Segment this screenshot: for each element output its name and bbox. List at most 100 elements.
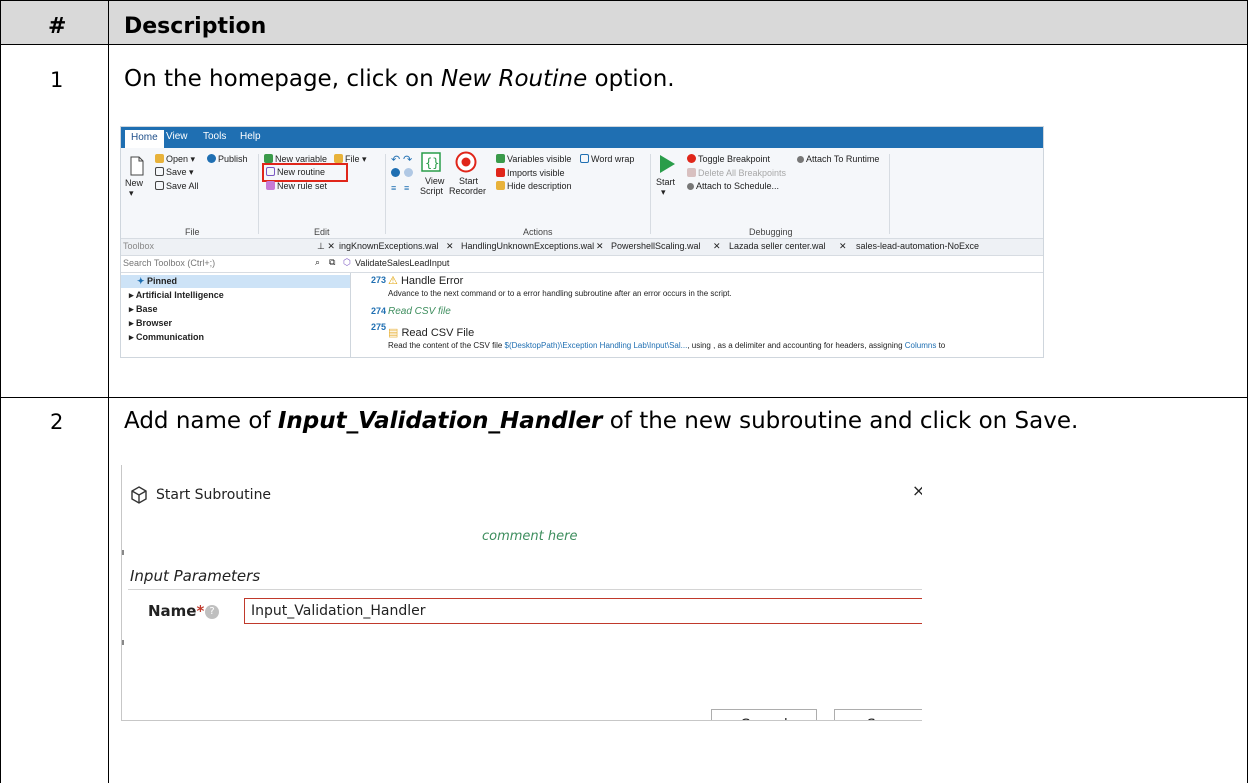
pin-icon[interactable]: ⊥ ✕ xyxy=(317,241,335,252)
attach-runtime-button[interactable]: Attach To Runtime xyxy=(797,154,879,164)
attach-schedule-button[interactable]: Attach to Schedule... xyxy=(687,181,779,191)
menu-help[interactable]: Help xyxy=(240,131,261,142)
ribbon: New ▾ Open ▾ Publish Save ▾ Save All Fil… xyxy=(121,148,1043,239)
menu-home[interactable]: Home xyxy=(125,130,164,148)
new-document-icon[interactable] xyxy=(129,156,145,176)
view-script-label-1[interactable]: View xyxy=(425,176,444,186)
cancel-button[interactable]: Cancel xyxy=(711,709,817,720)
routine-icon: ⬡ xyxy=(343,257,351,267)
toolbox-item-pinned[interactable]: ✦ Pinned xyxy=(137,276,177,287)
back-icon[interactable] xyxy=(391,168,402,178)
close-icon[interactable]: ✕ xyxy=(713,241,721,252)
indent-icon[interactable]: ≡ xyxy=(391,183,396,193)
hide-description-button[interactable]: Hide description xyxy=(496,181,572,191)
row-number-2: 2 xyxy=(50,410,64,434)
open-button[interactable]: Open ▾ xyxy=(155,154,195,165)
header-number: # xyxy=(48,14,67,39)
file-icon xyxy=(334,154,343,163)
name-label: Name* xyxy=(148,602,205,620)
tab-item[interactable]: PowershellScaling.wal xyxy=(611,241,701,251)
search-icon[interactable]: ⌕ xyxy=(315,257,320,268)
toolbox-item-base[interactable]: ▸ Base xyxy=(129,304,158,315)
command-title[interactable]: ⚠ Handle Error xyxy=(388,274,463,287)
table-border-mid xyxy=(108,0,109,783)
hide-description-icon xyxy=(496,181,505,190)
save-all-button[interactable]: Save All xyxy=(155,181,199,191)
pin-icon: ✦ xyxy=(137,276,148,286)
start-debug-button[interactable]: Start xyxy=(656,177,675,187)
toggle-breakpoint-button[interactable]: Toggle Breakpoint xyxy=(687,154,770,164)
table-border-top xyxy=(0,0,1248,1)
tab-item[interactable]: sales-lead-automation-NoExce xyxy=(856,241,979,251)
publish-button[interactable]: Publish xyxy=(207,154,248,164)
rule-set-icon xyxy=(266,181,275,190)
dialog-title: Start Subroutine xyxy=(156,487,272,503)
command-title[interactable]: ▤ Read CSV File xyxy=(388,326,474,339)
header-description: Description xyxy=(124,14,267,39)
group-label-file: File xyxy=(185,227,200,237)
warning-icon: ⚠ xyxy=(388,275,398,287)
divider xyxy=(258,154,259,234)
variable-icon xyxy=(264,154,273,163)
tab-item[interactable]: Lazada seller center.wal xyxy=(729,241,826,251)
outdent-icon[interactable]: ≡ xyxy=(404,183,409,193)
subroutine-icon xyxy=(131,486,147,504)
record-icon[interactable] xyxy=(455,151,477,173)
forward-icon[interactable] xyxy=(404,168,415,178)
table-border xyxy=(0,397,1248,398)
group-label-debugging: Debugging xyxy=(749,227,793,237)
command-description: Advance to the next command or to a erro… xyxy=(388,289,732,298)
imports-visible-button[interactable]: Imports visible xyxy=(496,168,565,178)
comment-line[interactable]: Read CSV file xyxy=(388,306,451,317)
save-button[interactable]: Save xyxy=(834,709,922,720)
divider xyxy=(122,550,124,555)
redo-icon[interactable]: ↷ xyxy=(403,153,412,166)
view-script-icon[interactable]: {} xyxy=(421,152,441,172)
delete-breakpoints-icon xyxy=(687,168,696,177)
divider xyxy=(650,154,651,234)
chevron-down-icon: ▾ xyxy=(129,188,134,198)
close-icon[interactable]: ✕ xyxy=(839,241,847,252)
close-icon[interactable]: ✕ xyxy=(446,241,454,252)
word-wrap-button[interactable]: Word wrap xyxy=(580,154,634,164)
tab-item[interactable]: ingKnownExceptions.wal xyxy=(339,241,439,251)
divider xyxy=(122,640,124,645)
view-script-label-2[interactable]: Script xyxy=(420,186,443,196)
name-input[interactable] xyxy=(244,598,922,624)
line-number: 275 xyxy=(371,322,387,332)
menu-tools[interactable]: Tools xyxy=(203,131,226,142)
toolbox-search-input[interactable]: Search Toolbox (Ctrl+;) xyxy=(123,258,215,268)
subroutine-tab[interactable]: ValidateSalesLeadInput xyxy=(355,258,449,268)
command-description: Read the content of the CSV file $(Deskt… xyxy=(388,341,946,350)
start-recorder-label-2[interactable]: Recorder xyxy=(449,186,486,196)
breakpoint-icon xyxy=(687,154,696,163)
word-wrap-icon xyxy=(580,154,589,163)
toolbox-search-row: Search Toolbox (Ctrl+;) ⌕ ⧉ ⬡ ValidateSa… xyxy=(121,256,1043,273)
group-label-actions: Actions xyxy=(523,227,553,237)
start-recorder-label-1[interactable]: Start xyxy=(459,176,478,186)
help-icon[interactable]: ? xyxy=(205,605,219,619)
new-button[interactable]: New xyxy=(125,178,143,188)
save-button[interactable]: Save ▾ xyxy=(155,167,194,178)
toolbox-item-browser[interactable]: ▸ Browser xyxy=(129,318,172,329)
delete-breakpoints-button[interactable]: Delete All Breakpoints xyxy=(687,168,786,178)
play-icon[interactable] xyxy=(658,154,676,174)
toolbox-item-ai[interactable]: ▸ Artificial Intelligence xyxy=(129,290,224,301)
variables-icon xyxy=(496,154,505,163)
divider xyxy=(889,154,890,234)
menu-view[interactable]: View xyxy=(166,131,188,142)
toolbox-item-communication[interactable]: ▸ Communication xyxy=(129,332,204,343)
menu-bar: Home View Tools Help xyxy=(121,127,1043,148)
new-rule-set-button[interactable]: New rule set xyxy=(266,181,327,191)
close-icon[interactable]: ✕ xyxy=(596,241,604,252)
close-icon[interactable]: × xyxy=(912,481,922,500)
table-border-left xyxy=(0,0,1,783)
undo-icon[interactable]: ↶ xyxy=(391,153,400,166)
variables-visible-button[interactable]: Variables visible xyxy=(496,154,571,164)
comment-field[interactable]: comment here xyxy=(482,529,577,544)
save-icon xyxy=(155,167,164,176)
copy-icon[interactable]: ⧉ xyxy=(329,257,335,268)
globe-icon xyxy=(207,154,216,163)
script-editor: 273 ⚠ Handle Error Advance to the next c… xyxy=(351,273,1043,357)
tab-item[interactable]: HandlingUnknownExceptions.wal xyxy=(461,241,594,251)
